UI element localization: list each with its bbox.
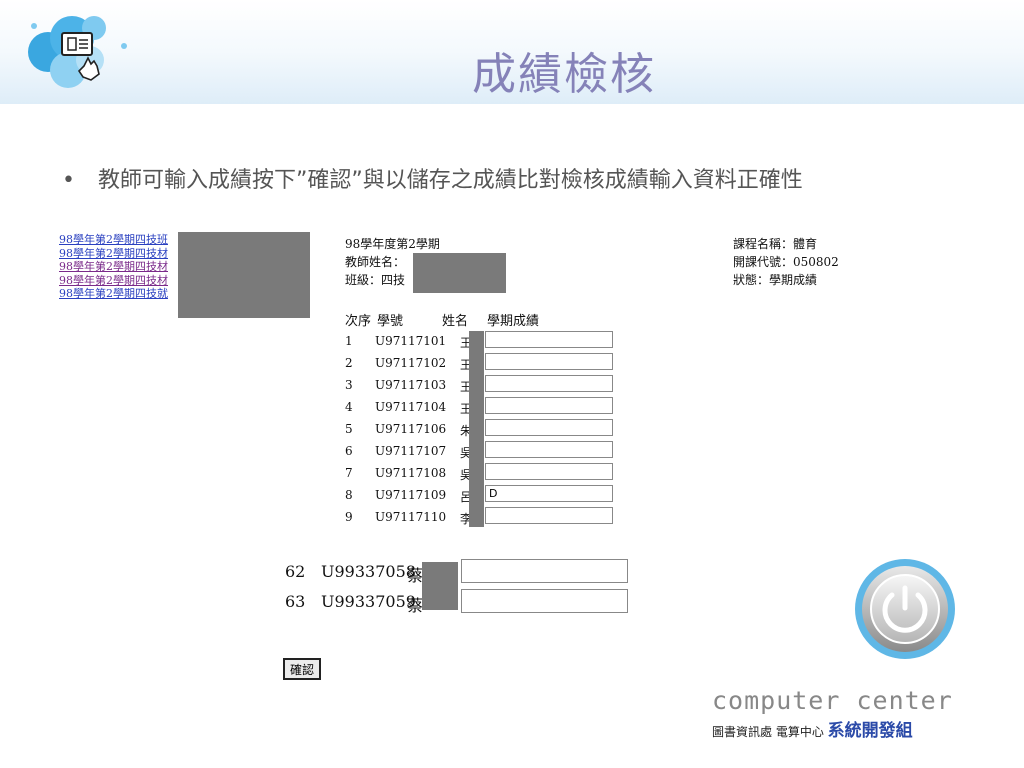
grade-input[interactable]	[485, 331, 613, 348]
grade-input[interactable]	[461, 559, 628, 583]
grade-input[interactable]	[485, 441, 613, 458]
course-code-label: 開課代號：050802	[733, 255, 839, 269]
row-number: 7	[345, 466, 353, 480]
course-link[interactable]: 98學年第2學期四技就	[59, 287, 181, 301]
student-id: U97117107	[375, 444, 447, 458]
grade-input[interactable]	[485, 419, 613, 436]
course-name-label: 課程名稱：體育	[733, 237, 818, 251]
grade-input[interactable]	[485, 485, 613, 502]
grade-input[interactable]	[485, 353, 613, 370]
course-link[interactable]: 98學年第2學期四技材	[59, 247, 181, 261]
grade-input[interactable]	[485, 375, 613, 392]
student-id: U97117101	[375, 334, 447, 348]
column-header-id: 學號	[377, 314, 404, 329]
column-header-name: 姓名	[442, 314, 469, 329]
redaction-block	[413, 253, 506, 293]
confirm-button[interactable]: 確認	[283, 658, 321, 680]
row-number: 9	[345, 510, 353, 524]
row-number: 6	[345, 444, 353, 458]
department-big-text: 系統開發組	[827, 721, 913, 741]
redaction-block	[178, 232, 310, 318]
student-name: 蔡	[407, 596, 424, 615]
row-number: 3	[345, 378, 353, 392]
grade-input[interactable]	[485, 397, 613, 414]
status-label: 狀態：學期成績	[733, 273, 818, 287]
student-id: U97117102	[375, 356, 447, 370]
student-id: U97117103	[375, 378, 447, 392]
row-number: 62	[285, 562, 306, 581]
student-id: U97117109	[375, 488, 447, 502]
course-link[interactable]: 98學年第2學期四技班	[59, 233, 181, 247]
row-number: 8	[345, 488, 353, 502]
bullet-text: • 教師可輸入成績按下”確認”與以儲存之成績比對檢核成績輸入資料正確性	[62, 162, 803, 194]
redaction-block	[422, 562, 458, 610]
student-name: 蔡	[407, 566, 424, 585]
grade-input[interactable]	[485, 507, 613, 524]
row-number: 4	[345, 400, 353, 414]
grade-input[interactable]	[461, 589, 628, 613]
semester-label: 98學年度第2學期	[345, 237, 440, 251]
form-header-right: 課程名稱：體育 開課代號：050802 狀態：學期成績	[733, 235, 839, 289]
bullet-content: 教師可輸入成績按下”確認”與以儲存之成績比對檢核成績輸入資料正確性	[98, 168, 803, 193]
computer-center-logo: computer center	[712, 686, 953, 715]
redaction-block	[469, 331, 484, 527]
student-id: U99337058	[321, 562, 416, 581]
department-small-text: 圖書資訊處 電算中心	[712, 725, 824, 739]
student-id: U97117106	[375, 422, 447, 436]
course-link[interactable]: 98學年第2學期四技材	[59, 260, 181, 274]
department-label: 圖書資訊處 電算中心 系統開發組	[712, 716, 913, 741]
student-id: U97117108	[375, 466, 447, 480]
course-link-list: 98學年第2學期四技班 98學年第2學期四技材 98學年第2學期四技材 98學年…	[59, 233, 181, 301]
row-number: 63	[285, 592, 306, 611]
course-link[interactable]: 98學年第2學期四技材	[59, 274, 181, 288]
row-number: 5	[345, 422, 353, 436]
row-number: 1	[345, 334, 353, 348]
row-number: 2	[345, 356, 353, 370]
student-id: U97117104	[375, 400, 447, 414]
grade-input[interactable]	[485, 463, 613, 480]
page-title: 成績檢核	[472, 49, 656, 100]
column-header-grade: 學期成績	[487, 314, 540, 329]
column-header-order: 次序	[345, 314, 372, 329]
bullet-dot: •	[62, 168, 75, 193]
power-button-icon	[855, 559, 955, 659]
student-id: U99337059	[321, 592, 416, 611]
student-id: U97117110	[375, 510, 447, 524]
